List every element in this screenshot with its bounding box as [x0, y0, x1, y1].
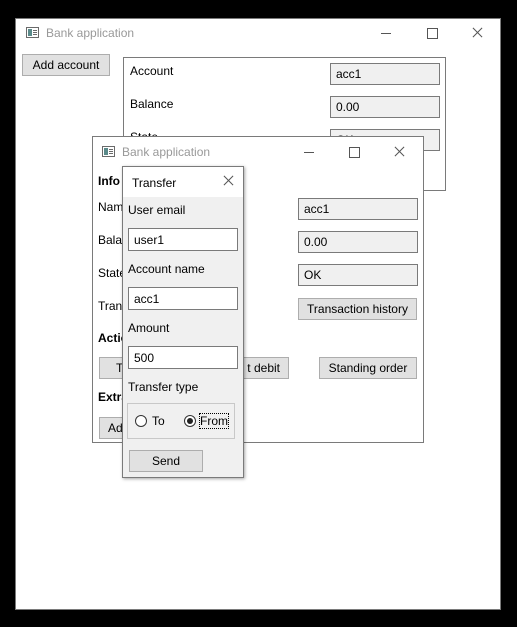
transfer-dialog: Transfer User email Account name Amount … — [122, 166, 244, 478]
transaction-history-button[interactable]: Transaction history — [298, 298, 417, 320]
amount-input[interactable] — [128, 346, 238, 369]
main-window-title: Bank application — [46, 26, 135, 40]
account-name-label: Account name — [128, 262, 205, 276]
user-email-label: User email — [128, 203, 186, 217]
amount-label: Amount — [128, 321, 170, 335]
balance-label: Balance — [130, 97, 174, 111]
user-email-input[interactable] — [128, 228, 238, 251]
radio-to[interactable] — [135, 415, 147, 427]
send-button[interactable]: Send — [129, 450, 203, 472]
balance-value: 0.00 — [330, 96, 440, 118]
close-icon[interactable] — [221, 174, 235, 188]
account-value: acc1 — [298, 198, 418, 220]
app-icon — [26, 27, 39, 38]
transfer-type-group: To From — [127, 403, 235, 439]
transfer-type-label: Transfer type — [128, 380, 199, 394]
minimize-icon[interactable] — [379, 26, 393, 40]
minimize-icon[interactable] — [302, 145, 316, 159]
name-label: Nam — [98, 200, 124, 214]
account-value: acc1 — [330, 63, 440, 85]
close-icon[interactable] — [470, 26, 484, 40]
standing-order-button[interactable]: Standing order — [319, 357, 417, 379]
main-titlebar[interactable]: Bank application — [16, 19, 500, 49]
transfer-dialog-title: Transfer — [132, 176, 177, 190]
maximize-icon[interactable] — [425, 26, 439, 40]
account-name-input[interactable] — [128, 287, 238, 310]
transfer-titlebar[interactable]: Transfer — [123, 167, 243, 197]
radio-from-label[interactable]: From — [199, 413, 229, 429]
radio-from[interactable] — [184, 415, 196, 427]
radio-to-label[interactable]: To — [152, 414, 165, 428]
balance-value: 0.00 — [298, 231, 418, 253]
app-icon — [102, 146, 115, 157]
add-account-button[interactable]: Add account — [22, 54, 110, 76]
state-value: OK — [298, 264, 418, 286]
close-icon[interactable] — [392, 145, 406, 159]
info-heading: Info — [98, 174, 120, 188]
account-window-title: Bank application — [122, 145, 211, 159]
maximize-icon[interactable] — [347, 145, 361, 159]
account-label: Account — [130, 64, 174, 78]
account-titlebar[interactable]: Bank application — [93, 137, 423, 167]
